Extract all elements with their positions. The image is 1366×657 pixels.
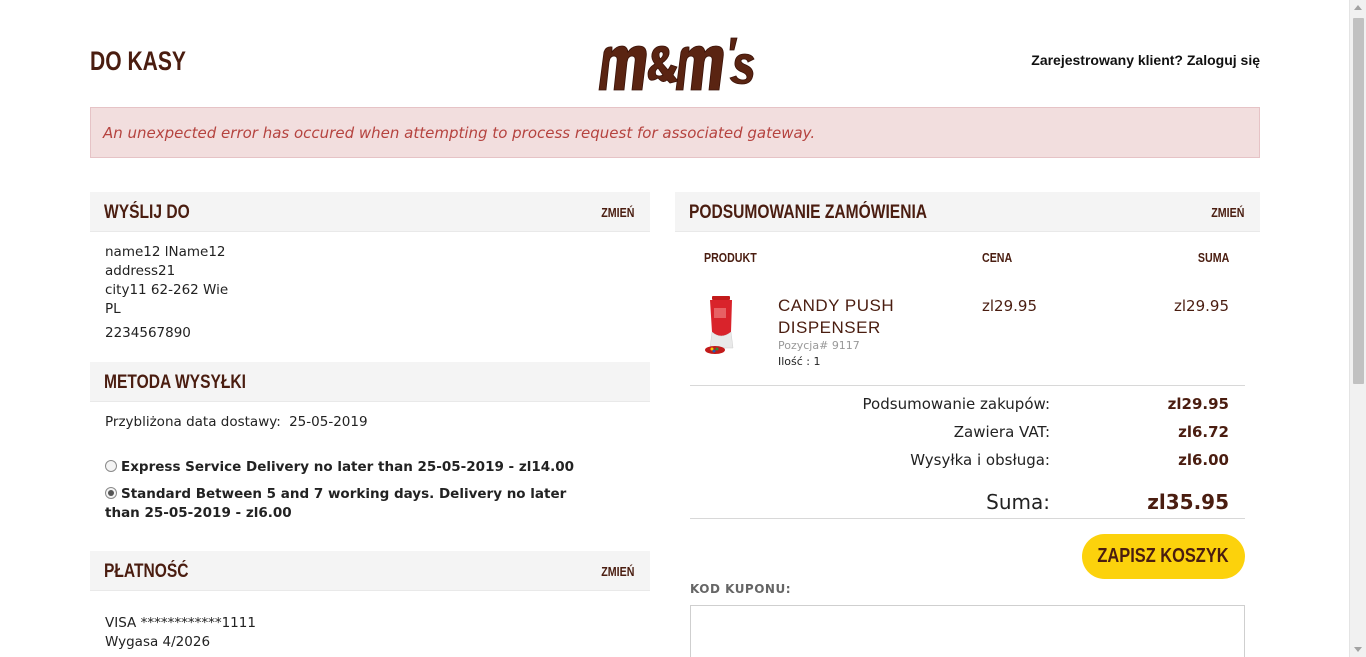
product-sku: Pozycja# 9117 [778, 339, 860, 352]
vat-label: Zawiera VAT: [953, 423, 1050, 441]
mms-logo[interactable] [596, 28, 756, 100]
coupon-label: KOD KUPONU: [690, 582, 792, 596]
save-cart-button[interactable]: ZAPISZ KOSZYK [1082, 534, 1245, 579]
address-name: name12 lName12 [105, 244, 226, 260]
product-image[interactable] [702, 294, 742, 356]
payment-heading: PŁATNOŚĆ [104, 561, 189, 582]
shipping-cost-value: zl6.00 [1178, 451, 1229, 469]
grand-total-value: zl35.95 [1147, 490, 1229, 514]
delivery-date: 25-05-2019 [289, 414, 368, 430]
grand-total-label: Suma: [986, 490, 1050, 514]
shipping-cost-label: Wysyłka i obsługa: [910, 451, 1050, 469]
ship-to-heading: WYŚLIJ DO [104, 202, 190, 223]
product-price: zl29.95 [982, 297, 1037, 315]
summary-divider [690, 385, 1245, 386]
card-number: VISA ************1111 [105, 615, 256, 631]
ship-to-header: WYŚLIJ DO ZMIEŃ [90, 192, 650, 232]
save-cart-label: ZAPISZ KOSZYK [1097, 545, 1230, 567]
payment-edit-link[interactable]: ZMIEŃ [601, 564, 634, 579]
address-country: PL [105, 301, 121, 317]
payment-header: PŁATNOŚĆ ZMIEŃ [90, 551, 650, 591]
product-quantity: Ilość : 1 [778, 355, 821, 368]
shipping-option-label: Express Service Delivery no later than 2… [121, 459, 575, 475]
address-street: address21 [105, 263, 176, 279]
page-scrollbar[interactable] [1349, 0, 1366, 657]
column-price: CENA [982, 250, 1013, 265]
radio-button-selected[interactable] [105, 487, 117, 499]
scroll-up-arrow-icon[interactable] [1354, 5, 1362, 10]
delivery-label: Przybliżona data dostawy: [105, 414, 281, 430]
shipping-method-heading: METODA WYSYŁKI [104, 372, 246, 393]
radio-button[interactable] [105, 460, 117, 472]
scroll-down-arrow-icon[interactable] [1354, 647, 1362, 652]
shipping-address: name12 lName12 address21 city11 62-262 W… [105, 243, 228, 343]
shipping-option-standard[interactable]: Standard Between 5 and 7 working days. D… [105, 485, 595, 523]
shipping-option-label: Standard Between 5 and 7 working days. D… [105, 486, 567, 521]
product-name[interactable]: CANDY PUSH DISPENSER [778, 295, 928, 339]
login-link[interactable]: Zarejestrowany klient? Zaloguj się [1031, 52, 1260, 68]
column-total: SUMA [1197, 250, 1229, 265]
shipping-method-header: METODA WYSYŁKI [90, 362, 650, 402]
card-expiry: Wygasa 4/2026 [105, 634, 211, 650]
shipping-option-express[interactable]: Express Service Delivery no later than 2… [105, 458, 605, 477]
checkout-page: DO KASY Zarejestrowany klient? Zaloguj s… [90, 0, 1260, 657]
header: DO KASY Zarejestrowany klient? Zaloguj s… [90, 0, 1260, 107]
column-product: PRODUKT [704, 250, 757, 265]
address-city: city11 62-262 Wie [105, 282, 229, 298]
order-summary-header: PODSUMOWANIE ZAMÓWIENIA ZMIEŃ [675, 192, 1260, 232]
subtotal-label: Podsumowanie zakupów: [862, 395, 1050, 413]
page-title: DO KASY [90, 46, 186, 76]
address-phone: 2234567890 [105, 325, 191, 341]
total-divider [690, 518, 1245, 519]
payment-details: VISA ************1111 Wygasa 4/2026 [105, 614, 256, 652]
scrollbar-thumb[interactable] [1353, 18, 1364, 384]
delivery-estimate: Przybliżona data dostawy: 25-05-2019 [105, 413, 368, 432]
coupon-input[interactable] [690, 605, 1245, 657]
vat-value: zl6.72 [1178, 423, 1229, 441]
product-total: zl29.95 [1174, 297, 1229, 315]
order-summary-heading: PODSUMOWANIE ZAMÓWIENIA [689, 202, 928, 223]
subtotal-value: zl29.95 [1167, 395, 1229, 413]
ship-to-edit-link[interactable]: ZMIEŃ [601, 205, 634, 220]
order-summary-edit-link[interactable]: ZMIEŃ [1211, 205, 1244, 220]
error-message: An unexpected error has occured when att… [90, 107, 1260, 158]
